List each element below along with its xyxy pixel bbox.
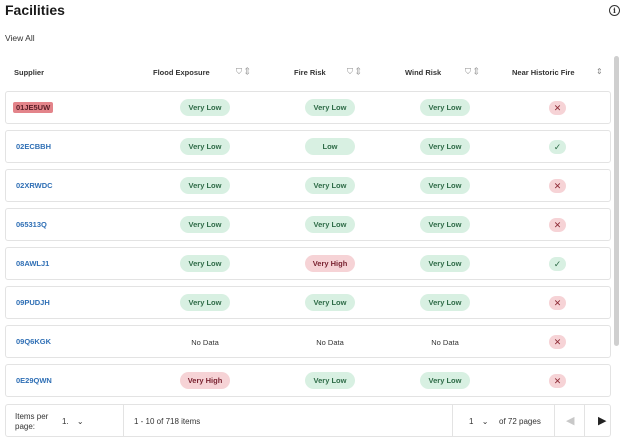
pagination-bar: Items per page: 1. ⌄ 1 - 10 of 718 items… — [5, 404, 611, 437]
fire-risk-badge: Very Low — [305, 99, 355, 116]
table-row[interactable]: 09Q6KGK No Data No Data No Data ✕ — [5, 325, 611, 358]
flood-risk-badge: Very High — [180, 372, 230, 389]
fire-risk-badge: Very Low — [305, 372, 355, 389]
flood-risk-badge: Very Low — [180, 255, 230, 272]
wind-risk-badge: Very Low — [420, 294, 470, 311]
column-header-flood-exposure[interactable]: Flood Exposure — [153, 68, 210, 77]
fire-risk-badge: Very Low — [305, 177, 355, 194]
cross-icon: ✕ — [549, 296, 566, 310]
wind-risk-badge: Very Low — [420, 177, 470, 194]
scrollbar[interactable] — [614, 56, 619, 346]
flood-filter-sort-icons[interactable]: ⛉⇕ — [236, 67, 253, 77]
cross-icon: ✕ — [549, 101, 566, 115]
items-per-page-label: Items per page: — [15, 412, 49, 431]
divider — [452, 405, 453, 436]
fire-risk-badge: Very High — [305, 255, 355, 272]
fire-risk-badge: Very Low — [305, 216, 355, 233]
check-icon: ✓ — [549, 140, 566, 154]
chevron-down-icon: ⌄ — [76, 417, 84, 426]
filter-icon[interactable]: ⛉ — [465, 67, 474, 76]
column-header-fire-risk[interactable]: Fire Risk — [294, 68, 326, 77]
wind-risk-badge: Very Low — [420, 99, 470, 116]
previous-page-icon[interactable]: ◀ — [566, 414, 574, 427]
supplier-link[interactable]: 065313Q — [13, 219, 50, 230]
table-row[interactable]: 08AWLJ1 Very Low Very High Very Low ✓ — [5, 247, 611, 280]
page-select[interactable]: 1 ⌄ — [469, 417, 488, 426]
wind-risk-badge: Very Low — [420, 216, 470, 233]
divider — [554, 405, 555, 436]
cross-icon: ✕ — [549, 335, 566, 349]
view-all-link[interactable]: View All — [5, 33, 35, 43]
supplier-link[interactable]: 08AWLJ1 — [13, 258, 52, 269]
supplier-link[interactable]: 09PUDJH — [13, 297, 53, 308]
filter-icon[interactable]: ⛉ — [347, 67, 356, 76]
items-per-page-select[interactable]: 1. ⌄ — [62, 417, 84, 426]
supplier-link[interactable]: 0E29QWN — [13, 375, 55, 386]
column-header-supplier[interactable]: Supplier — [14, 68, 44, 77]
items-range-text: 1 - 10 of 718 items — [134, 417, 201, 426]
divider — [123, 405, 124, 436]
historic-sort-icon[interactable]: ⇕ — [596, 67, 606, 76]
wind-risk-badge: Very Low — [420, 372, 470, 389]
info-icon[interactable]: i — [609, 5, 620, 16]
supplier-link[interactable]: 02ECBBH — [13, 141, 54, 152]
fire-filter-sort-icons[interactable]: ⛉⇕ — [347, 67, 364, 77]
filter-icon[interactable]: ⛉ — [236, 67, 245, 76]
sort-icon[interactable]: ⇕ — [245, 67, 253, 76]
supplier-link[interactable]: 09Q6KGK — [13, 336, 54, 347]
supplier-link[interactable]: 02XRWDC — [13, 180, 56, 191]
fire-no-data: No Data — [316, 338, 344, 347]
divider — [584, 405, 585, 436]
column-header-wind-risk[interactable]: Wind Risk — [405, 68, 441, 77]
table-row[interactable]: 02ECBBH Very Low Low Very Low ✓ — [5, 130, 611, 163]
cross-icon: ✕ — [549, 218, 566, 232]
table-row[interactable]: 0E29QWN Very High Very Low Very Low ✕ — [5, 364, 611, 397]
table-header: Supplier Flood Exposure ⛉⇕ Fire Risk ⛉⇕ … — [5, 60, 611, 84]
items-per-page-value: 1. — [62, 417, 69, 426]
wind-risk-badge: Very Low — [420, 138, 470, 155]
check-icon: ✓ — [549, 257, 566, 271]
table-row[interactable]: 01JE5UW Very Low Very Low Very Low ✕ — [5, 91, 611, 124]
supplier-link[interactable]: 01JE5UW — [13, 102, 54, 113]
cross-icon: ✕ — [549, 374, 566, 388]
cross-icon: ✕ — [549, 179, 566, 193]
wind-risk-badge: Very Low — [420, 255, 470, 272]
table-row[interactable]: 09PUDJH Very Low Very Low Very Low ✕ — [5, 286, 611, 319]
flood-risk-badge: Very Low — [180, 294, 230, 311]
sort-icon[interactable]: ⇕ — [596, 67, 606, 76]
sort-icon[interactable]: ⇕ — [356, 67, 364, 76]
sort-icon[interactable]: ⇕ — [474, 67, 482, 76]
wind-no-data: No Data — [431, 338, 459, 347]
flood-risk-badge: Very Low — [180, 216, 230, 233]
flood-risk-badge: Very Low — [180, 99, 230, 116]
current-page-value: 1 — [469, 417, 474, 426]
table-row[interactable]: 065313Q Very Low Very Low Very Low ✕ — [5, 208, 611, 241]
chevron-down-icon: ⌄ — [481, 417, 489, 426]
fire-risk-badge: Low — [305, 138, 355, 155]
column-header-near-historic-fire[interactable]: Near Historic Fire — [512, 68, 575, 77]
flood-risk-badge: Very Low — [180, 177, 230, 194]
table-row[interactable]: 02XRWDC Very Low Very Low Very Low ✕ — [5, 169, 611, 202]
next-page-icon[interactable]: ▶ — [598, 414, 606, 427]
wind-filter-sort-icons[interactable]: ⛉⇕ — [465, 67, 482, 77]
flood-risk-badge: Very Low — [180, 138, 230, 155]
fire-risk-badge: Very Low — [305, 294, 355, 311]
flood-no-data: No Data — [191, 338, 219, 347]
total-pages-text: of 72 pages — [499, 417, 541, 426]
page-title: Facilities — [5, 2, 65, 18]
